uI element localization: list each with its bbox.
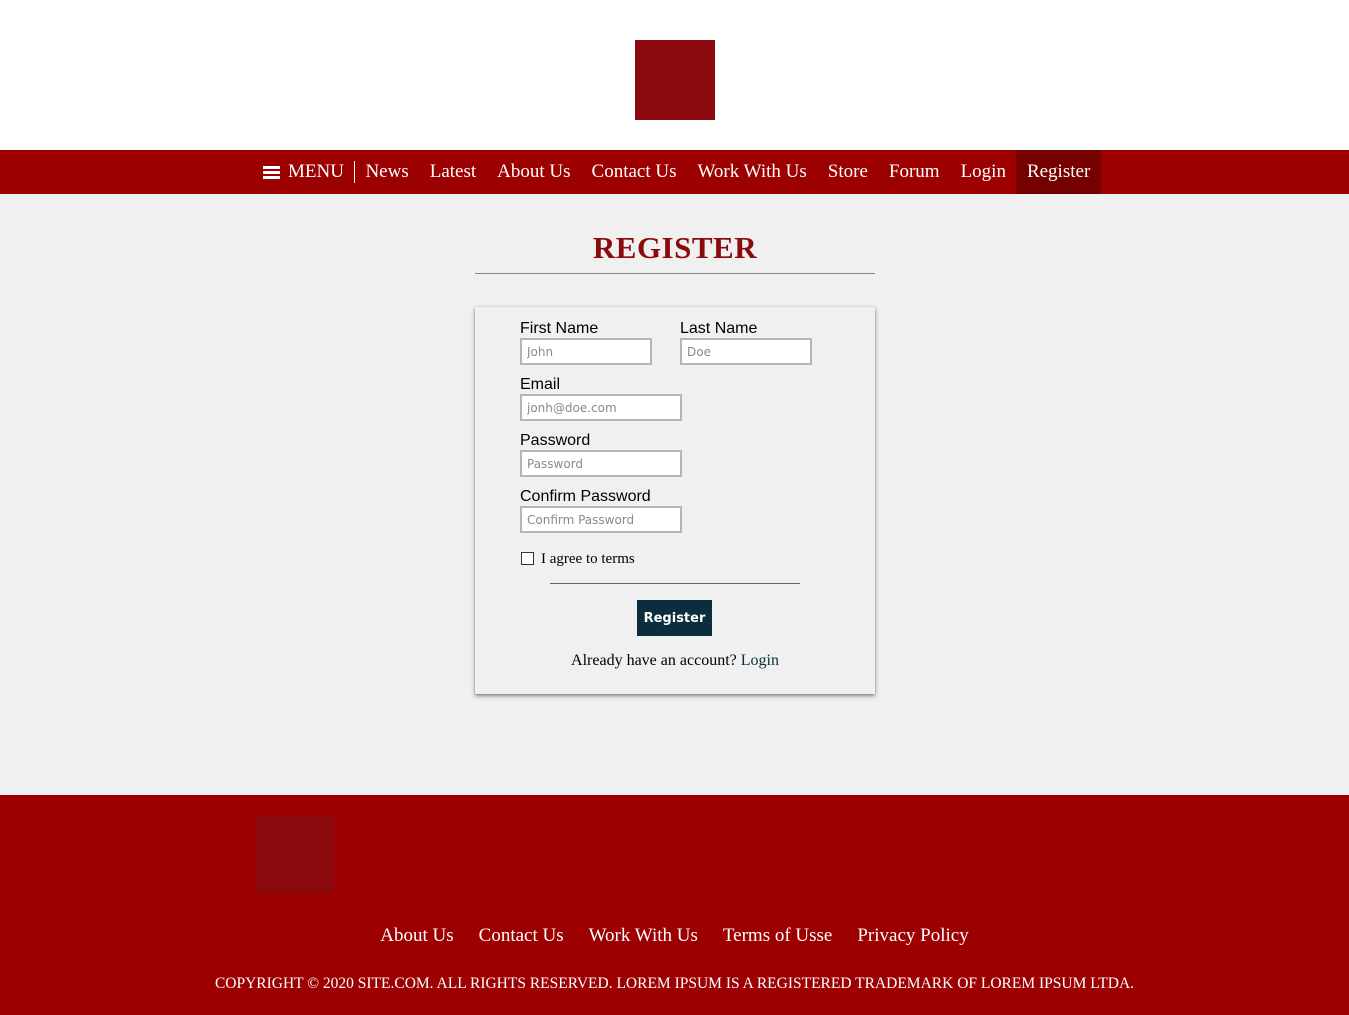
email-label: Email: [520, 376, 561, 393]
last-name-input[interactable]: [680, 338, 812, 365]
copyright-text: COPYRIGHT © 2020 SITE.COM. ALL RIGHTS RE…: [214, 975, 1135, 992]
register-button[interactable]: Register: [637, 600, 712, 636]
nav-link-register[interactable]: Register: [1016, 150, 1101, 194]
password-input[interactable]: [520, 450, 682, 477]
form-divider: [550, 583, 800, 584]
footer-link-privacy-policy[interactable]: Privacy Policy: [845, 925, 981, 947]
login-prompt: Already have an account? Login: [475, 652, 875, 670]
already-account-text: Already have an account?: [571, 652, 737, 669]
footer-logo[interactable]: [256, 815, 334, 893]
terms-label: I agree to terms: [541, 551, 635, 567]
email-input[interactable]: [520, 394, 682, 421]
footer-link-about-us[interactable]: About Us: [368, 925, 466, 947]
site-footer: About Us Contact Us Work With Us Terms o…: [0, 795, 1349, 1015]
nav-link-forum[interactable]: Forum: [878, 150, 950, 194]
nav-link-news[interactable]: News: [355, 150, 419, 194]
first-name-input[interactable]: [520, 338, 652, 365]
footer-link-terms[interactable]: Terms of Usse: [710, 925, 844, 947]
nav-link-login[interactable]: Login: [950, 150, 1016, 194]
first-name-label: First Name: [520, 320, 599, 337]
last-name-label: Last Name: [680, 320, 758, 337]
title-divider: [475, 273, 875, 274]
login-link[interactable]: Login: [741, 652, 779, 669]
nav-items: MENU News Latest About Us Contact Us Wor…: [253, 150, 1101, 194]
nav-link-latest[interactable]: Latest: [419, 150, 486, 194]
nav-link-store[interactable]: Store: [817, 150, 878, 194]
hamburger-icon: [263, 165, 280, 179]
password-label: Password: [520, 432, 591, 449]
menu-button[interactable]: MENU: [253, 161, 355, 183]
nav-link-about-us[interactable]: About Us: [487, 150, 581, 194]
register-form: First Name Last Name Email Password Conf…: [475, 307, 875, 694]
footer-link-contact-us[interactable]: Contact Us: [466, 925, 576, 947]
menu-label: MENU: [288, 161, 344, 182]
footer-links: About Us Contact Us Work With Us Terms o…: [0, 925, 1349, 947]
main-nav: MENU News Latest About Us Contact Us Wor…: [0, 150, 1349, 194]
footer-link-work-with-us[interactable]: Work With Us: [576, 925, 710, 947]
terms-checkbox[interactable]: [521, 552, 534, 565]
nav-link-work-with-us[interactable]: Work With Us: [687, 150, 817, 194]
nav-link-contact-us[interactable]: Contact Us: [581, 150, 687, 194]
confirm-password-input[interactable]: [520, 506, 682, 533]
page-title: REGISTER: [592, 230, 758, 265]
site-header: [0, 0, 1349, 150]
confirm-password-label: Confirm Password: [520, 488, 651, 505]
site-logo[interactable]: [635, 40, 715, 120]
